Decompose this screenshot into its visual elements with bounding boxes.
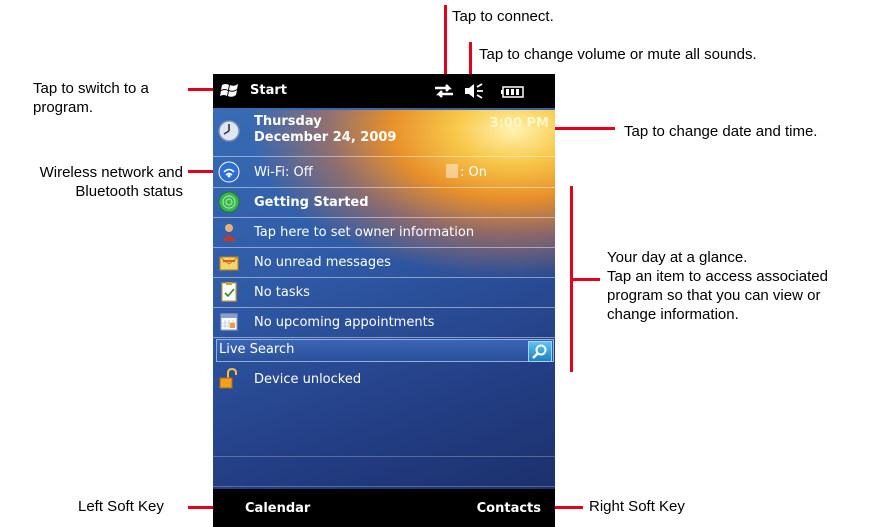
getting-started-label: Getting Started [254, 195, 369, 210]
callout-wireless [188, 170, 216, 173]
day-annotation-line1: Your day at a glance. [607, 249, 748, 266]
battery-icon[interactable] [501, 85, 525, 98]
bluetooth-icon [446, 164, 458, 178]
tasks-row[interactable]: No tasks [213, 278, 555, 308]
datetime-annotation: Tap to change date and time. [624, 123, 818, 140]
unlocked-icon [218, 367, 240, 390]
day-annotation-line2: Tap an item to access associated [607, 268, 828, 285]
getting-started-row[interactable]: Getting Started [213, 188, 555, 218]
switch-program-annotation-line2: program. [33, 99, 94, 116]
appointments-label: No upcoming appointments [254, 315, 435, 330]
divider [213, 456, 555, 457]
wireless-annotation: Wireless network and Bluetooth status [5, 163, 183, 201]
day-annotation-line3: program so that you can view or [607, 287, 821, 304]
contacts-soft-key[interactable]: Contacts [477, 501, 541, 516]
left-soft-key-annotation: Left Soft Key [78, 498, 164, 515]
soft-key-bar: Calendar Contacts [213, 489, 555, 527]
live-search-box[interactable]: Live Search [216, 339, 554, 362]
wireless-annotation-line1: Wireless network and [39, 164, 183, 181]
callout-switch-program [188, 88, 216, 91]
wireless-annotation-line2: Bluetooth status [75, 183, 183, 200]
envelope-icon [218, 252, 240, 274]
getting-started-icon [218, 191, 240, 213]
date-full: December 24, 2009 [254, 130, 397, 145]
device-row[interactable]: Device unlocked [213, 366, 555, 392]
day-annotation-line4: change information. [607, 306, 739, 323]
callout-left-soft-key [188, 506, 216, 509]
speaker-muted-icon[interactable] [463, 82, 485, 100]
phone-screen: Start Thursday December 24, 2009 3:00 PM… [213, 74, 555, 527]
time-display[interactable]: 3:00 PM [490, 116, 549, 131]
switch-program-annotation: Tap to switch to a program. [33, 79, 149, 117]
appointments-row[interactable]: No upcoming appointments [213, 308, 555, 338]
windows-flag-icon[interactable] [219, 81, 241, 101]
connect-annotation: Tap to connect. [452, 8, 554, 25]
right-soft-key-annotation: Right Soft Key [589, 498, 685, 515]
callout-right-soft-key [553, 506, 583, 509]
title-bar: Start [213, 74, 555, 108]
clock-icon [218, 120, 240, 142]
owner-icon [218, 221, 240, 243]
bluetooth-status: : On [460, 165, 487, 180]
switch-program-annotation-line1: Tap to switch to a [33, 80, 149, 97]
wireless-row[interactable]: Wi-Fi: Off : On [213, 157, 555, 188]
tasks-icon [218, 281, 240, 303]
device-status: Device unlocked [254, 372, 362, 387]
date-day: Thursday [254, 114, 322, 129]
volume-annotation: Tap to change volume or mute all sounds. [479, 46, 757, 63]
wifi-status: Wi-Fi: Off [254, 165, 313, 180]
day-annotation: Your day at a glance. Tap an item to acc… [607, 248, 828, 324]
connectivity-icon[interactable] [433, 83, 455, 99]
calendar-icon [218, 311, 240, 333]
callout-day [570, 278, 600, 281]
owner-row[interactable]: Tap here to set owner information [213, 218, 555, 248]
search-icon[interactable] [528, 341, 552, 362]
messages-row[interactable]: No unread messages [213, 248, 555, 278]
tasks-label: No tasks [254, 285, 310, 300]
owner-label: Tap here to set owner information [254, 225, 475, 240]
start-button[interactable]: Start [250, 83, 287, 98]
date-row[interactable]: Thursday December 24, 2009 3:00 PM [213, 108, 555, 157]
live-search-input[interactable]: Live Search [219, 342, 294, 357]
divider [213, 486, 555, 487]
wireless-icon [218, 161, 240, 183]
callout-connect [444, 5, 447, 85]
calendar-soft-key[interactable]: Calendar [245, 501, 310, 516]
messages-label: No unread messages [254, 255, 391, 270]
